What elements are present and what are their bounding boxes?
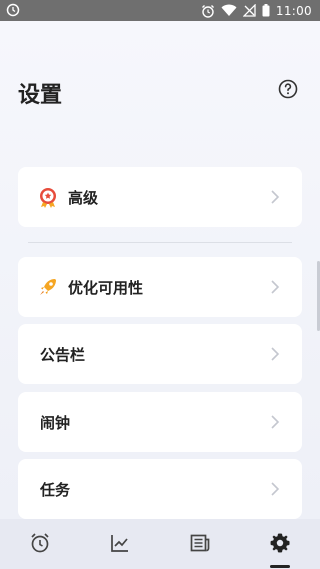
chevron-right-icon [271,347,280,361]
nav-tab-settings[interactable] [240,519,320,569]
settings-item-optimize[interactable]: 优化可用性 [18,257,302,317]
divider [28,242,292,243]
chevron-right-icon [271,190,280,204]
bottom-navigation [0,519,320,569]
alarm-status-icon [201,4,214,18]
gear-icon [270,533,290,553]
status-time: 11:00 [275,3,312,18]
settings-item-label: 优化可用性 [68,279,144,297]
page-title: 设置 [18,83,63,108]
battery-icon [262,4,270,17]
alarm-clock-icon [31,533,49,553]
chevron-right-icon [271,482,280,496]
notification-clock-icon [6,3,20,17]
medal-icon [40,188,56,208]
chevron-right-icon [271,415,280,429]
chevron-right-icon [271,280,280,294]
rocket-icon [40,279,56,295]
nav-tab-stats[interactable] [80,519,160,569]
settings-item-label: 任务 [40,481,71,499]
settings-item-tasks[interactable]: 任务 [18,459,302,519]
settings-item-label: 闹钟 [40,414,71,432]
settings-item-advanced[interactable]: 高级 [18,167,302,227]
settings-item-alarm[interactable]: 闹钟 [18,392,302,452]
active-tab-indicator [270,565,290,568]
help-icon[interactable] [278,79,298,99]
settings-page: 设置 高级 优化可用性 公告栏 闹钟 任务 [0,21,320,519]
newspaper-icon [190,534,210,552]
nav-tab-notes[interactable] [160,519,240,569]
nav-tab-alarm[interactable] [0,519,80,569]
settings-item-bulletin[interactable]: 公告栏 [18,324,302,384]
settings-item-label: 公告栏 [40,346,86,364]
status-bar: 11:00 [0,0,320,21]
signal-icon [242,4,256,17]
settings-item-label: 高级 [68,189,99,207]
chart-icon [111,535,128,552]
wifi-icon [221,4,237,16]
